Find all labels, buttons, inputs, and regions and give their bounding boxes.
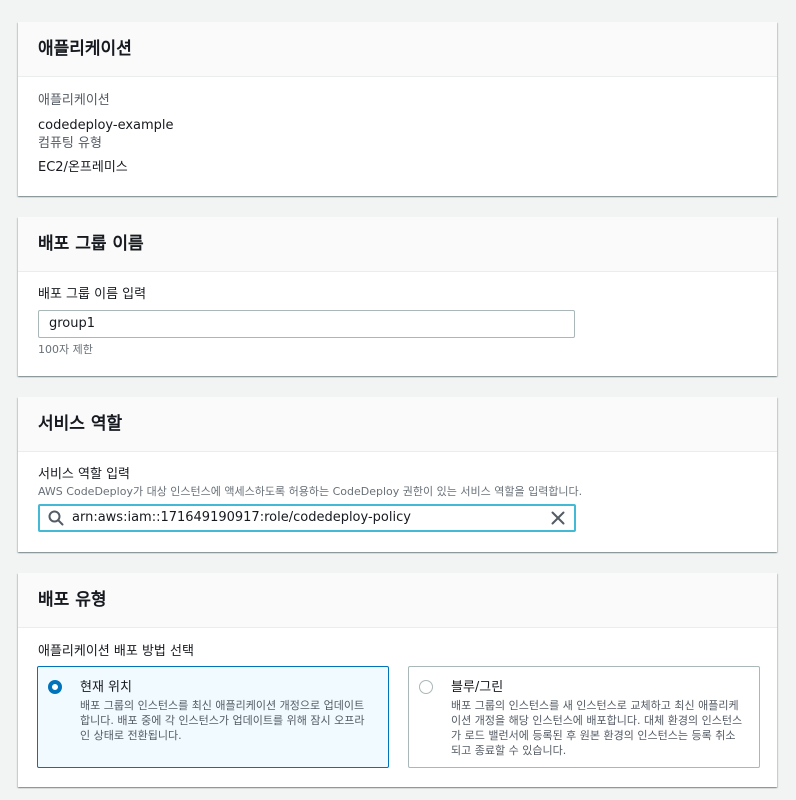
deployment-group-panel: 배포 그룹 이름 배포 그룹 이름 입력 group1 100자 제한 xyxy=(18,217,777,376)
service-role-panel: 서비스 역할 서비스 역할 입력 AWS CodeDeploy가 대상 인스턴스… xyxy=(18,397,777,552)
deployment-type-option-in-place[interactable]: 현재 위치 배포 그룹의 인스턴스를 최신 애플리케이션 개정으로 업데이트합니… xyxy=(37,666,389,768)
deployment-type-panel-header: 배포 유형 xyxy=(18,573,777,628)
in-place-option-label: 현재 위치 xyxy=(80,680,132,695)
radio-unselected-icon[interactable] xyxy=(419,680,433,694)
deployment-type-panel-title: 배포 유형 xyxy=(38,590,107,610)
application-panel: 애플리케이션 애플리케이션 codedeploy-example 컴퓨팅 유형 … xyxy=(18,22,777,196)
deployment-group-name-input[interactable]: group1 xyxy=(38,310,575,338)
in-place-option-description: 배포 그룹의 인스턴스를 최신 애플리케이션 개정으로 업데이트합니다. 배포 … xyxy=(80,699,365,742)
radio-selected-icon[interactable] xyxy=(48,680,62,694)
deployment-type-panel: 배포 유형 애플리케이션 배포 방법 선택 현재 위치 배포 그룹의 인스턴스를… xyxy=(18,573,777,787)
service-role-panel-title: 서비스 역할 xyxy=(38,414,123,434)
service-role-value: arn:aws:iam::171649190917:role/codedeplo… xyxy=(72,510,411,525)
compute-platform-label: 컴퓨팅 유형 xyxy=(38,136,102,151)
application-panel-title: 애플리케이션 xyxy=(38,39,132,59)
blue-green-option-label: 블루/그린 xyxy=(451,680,504,695)
blue-green-option-description: 배포 그룹의 인스턴스를 새 인스턴스로 교체하고 최신 애플리케이션 개정을 … xyxy=(451,699,743,757)
deployment-group-name-label: 배포 그룹 이름 입력 xyxy=(38,287,147,302)
deployment-group-panel-title: 배포 그룹 이름 xyxy=(38,234,144,254)
application-value: codedeploy-example xyxy=(38,118,174,133)
deployment-type-option-blue-green[interactable]: 블루/그린 배포 그룹의 인스턴스를 새 인스턴스로 교체하고 최신 애플리케이… xyxy=(408,666,760,768)
service-role-description: AWS CodeDeploy가 대상 인스턴스에 액세스하도록 허용하는 Cod… xyxy=(38,485,583,498)
deployment-group-name-constraint: 100자 제한 xyxy=(38,343,93,356)
service-role-panel-header: 서비스 역할 xyxy=(18,397,777,452)
application-label: 애플리케이션 xyxy=(38,93,110,108)
close-icon[interactable] xyxy=(550,510,566,526)
deployment-type-label: 애플리케이션 배포 방법 선택 xyxy=(38,644,194,659)
deployment-group-panel-header: 배포 그룹 이름 xyxy=(18,217,777,272)
service-role-label: 서비스 역할 입력 xyxy=(38,467,130,482)
service-role-search-input[interactable]: arn:aws:iam::171649190917:role/codedeplo… xyxy=(38,504,576,532)
compute-platform-value: EC2/온프레미스 xyxy=(38,160,128,175)
application-panel-header: 애플리케이션 xyxy=(18,22,777,77)
search-icon xyxy=(48,510,64,526)
